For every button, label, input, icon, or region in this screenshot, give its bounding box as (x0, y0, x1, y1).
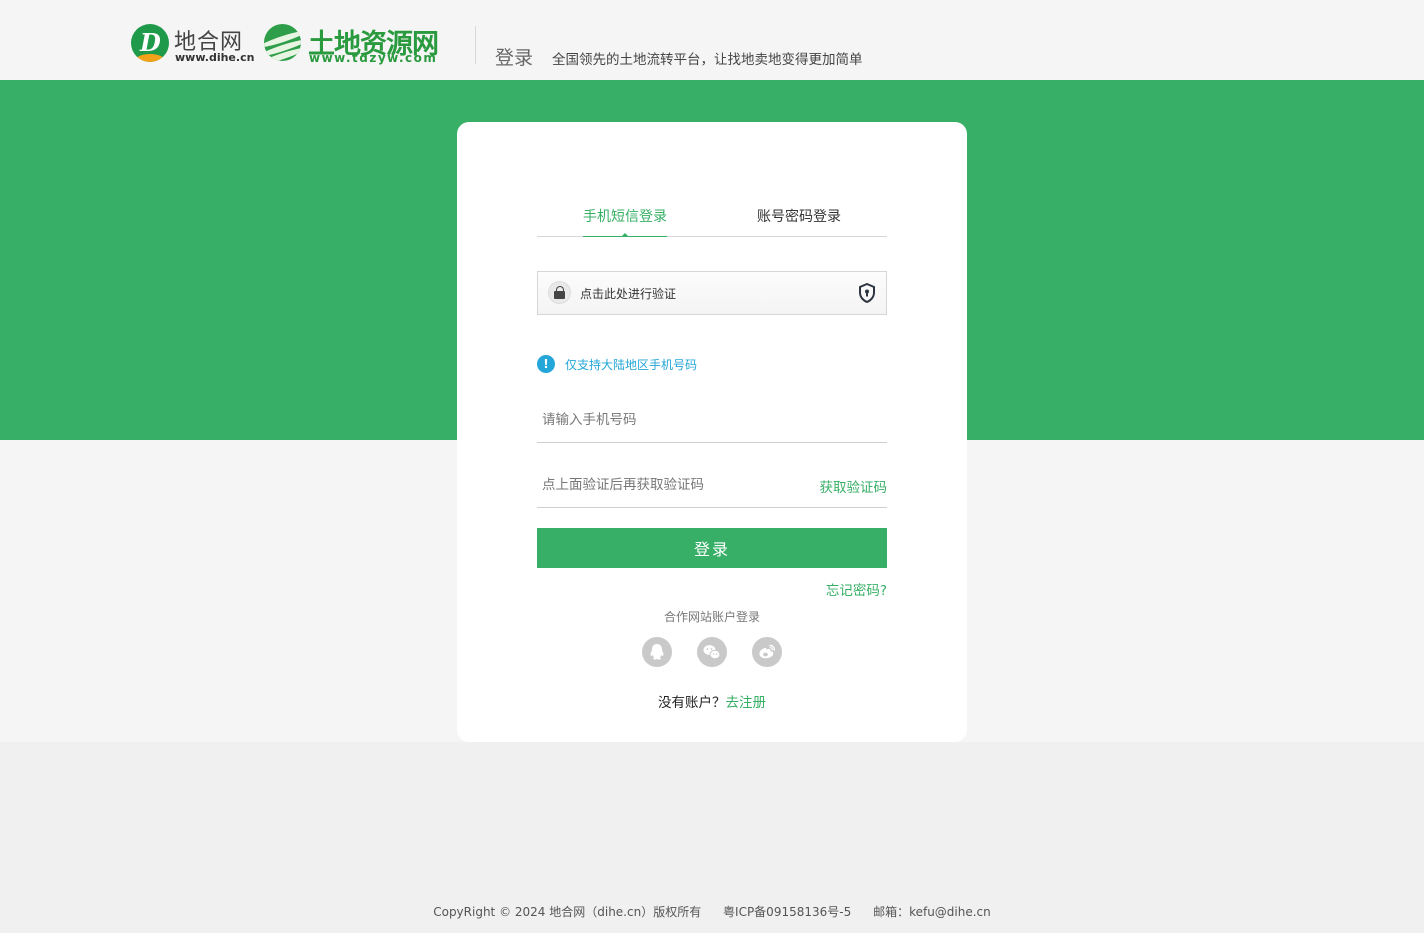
weibo-login-button[interactable] (752, 637, 782, 667)
shield-icon (859, 283, 875, 303)
header-divider (475, 26, 476, 64)
partner-login-label: 合作网站账户登录 (663, 610, 760, 624)
tab-sms-login[interactable]: 手机短信登录 (583, 206, 667, 226)
lock-icon (548, 281, 571, 304)
qq-icon (650, 644, 664, 660)
login-button[interactable]: 登录 (537, 528, 887, 568)
footer-email: 邮箱：kefu@dihe.cn (873, 905, 991, 919)
slogan: 全国领先的土地流转平台，让找地卖地变得更加简单 (552, 52, 863, 68)
get-code-button[interactable]: 获取验证码 (820, 476, 888, 496)
footer-copyright: CopyRight © 2024 地合网（dihe.cn）版权所有 (433, 905, 702, 919)
active-tab-caret (621, 233, 629, 237)
dihe-logo-url: www.dihe.cn (175, 51, 255, 64)
tdzyw-logo-url: www.tdzyw.com (309, 51, 438, 65)
header: D 地合网 www.dihe.cn 土地资源网 www.tdzyw.com 登录… (0, 0, 1424, 80)
page-title: 登录 (495, 47, 534, 69)
wechat-icon (703, 645, 721, 660)
weibo-icon (759, 644, 776, 659)
notice-text: 仅支持大陆地区手机号码 (565, 358, 698, 372)
footer-icp[interactable]: 粤ICP备09158136号-5 (723, 905, 851, 919)
forgot-password-link[interactable]: 忘记密码? (826, 579, 887, 599)
qq-login-button[interactable] (642, 637, 672, 667)
phone-field (537, 398, 887, 443)
footer: CopyRight © 2024 地合网（dihe.cn）版权所有 粤ICP备0… (0, 903, 1424, 920)
sms-code-input[interactable] (537, 463, 807, 507)
tab-password-login[interactable]: 账号密码登录 (757, 206, 841, 226)
phone-input[interactable] (537, 398, 807, 442)
info-icon: ! (537, 355, 555, 373)
login-tabs: 手机短信登录 账号密码登录 (537, 200, 887, 237)
login-card: 手机短信登录 账号密码登录 点击此处进行验证 ! 仅支持大陆地区手机号码 获取验… (457, 122, 967, 742)
no-account-text: 没有账户？ (658, 695, 726, 711)
sms-code-field: 获取验证码 (537, 463, 887, 508)
wechat-login-button[interactable] (697, 637, 727, 667)
captcha-verify-label: 点击此处进行验证 (580, 287, 677, 301)
captcha-verify-button[interactable]: 点击此处进行验证 (537, 271, 887, 315)
register-prompt: 没有账户？去注册 (457, 691, 967, 711)
register-link[interactable]: 去注册 (726, 695, 767, 711)
dihe-logo-icon: D (131, 24, 169, 62)
tdzyw-logo[interactable]: 土地资源网 www.tdzyw.com (264, 24, 464, 65)
tdzyw-logo-icon (264, 24, 301, 61)
dihe-logo[interactable]: D 地合网 www.dihe.cn (131, 24, 255, 64)
